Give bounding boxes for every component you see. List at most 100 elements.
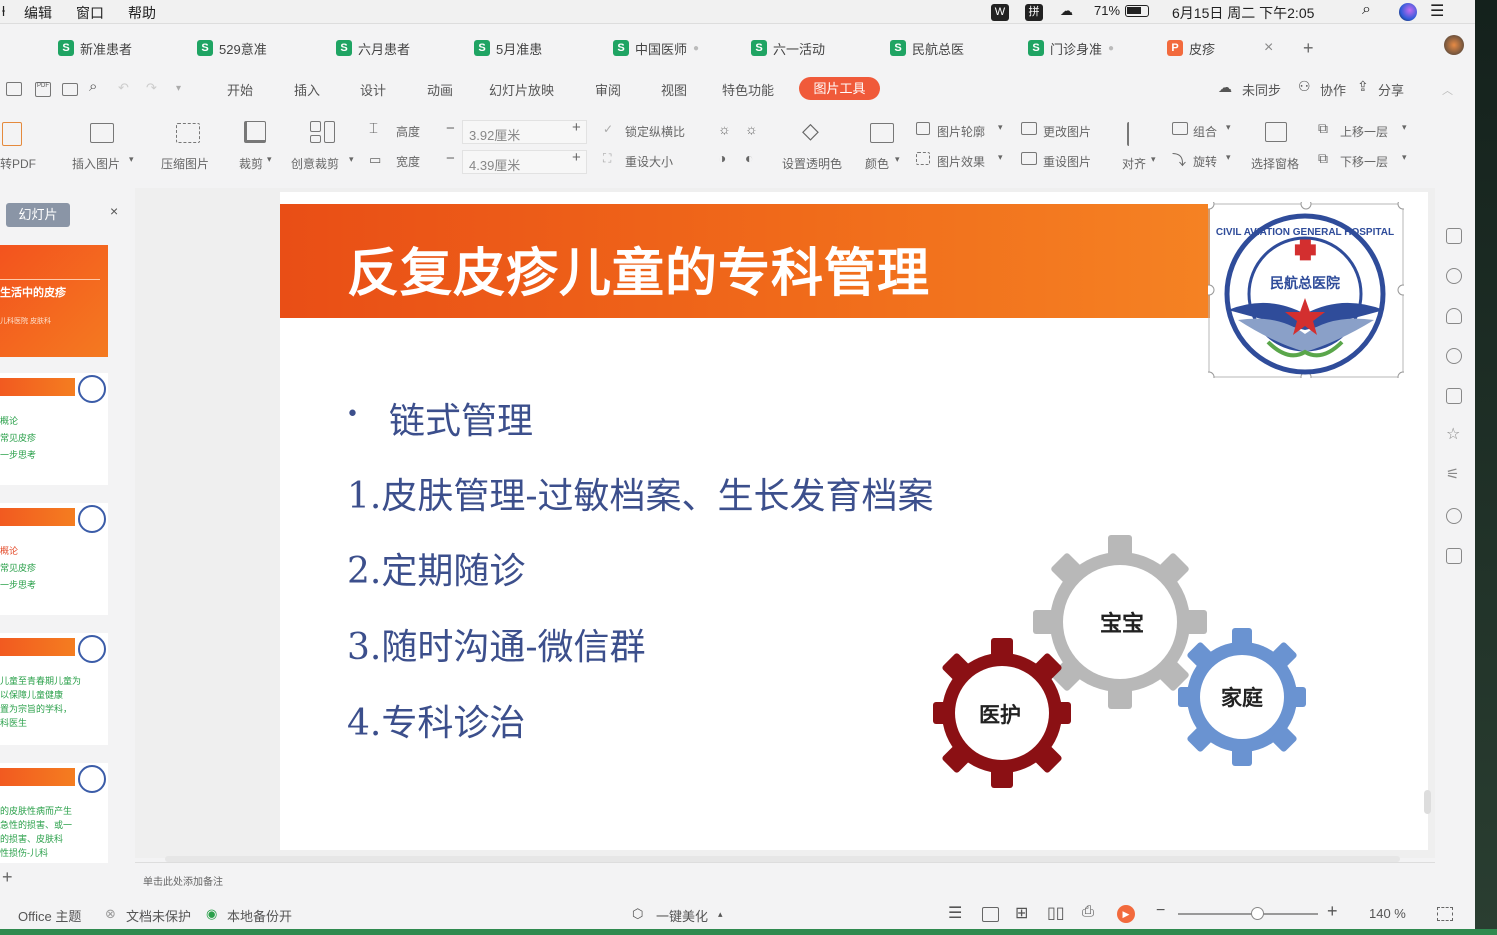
slides-panel-header[interactable]: 幻灯片 xyxy=(6,203,70,227)
checkbox-icon[interactable]: ✓ xyxy=(603,122,613,136)
to-pdf-icon[interactable] xyxy=(2,122,22,146)
doc-tab[interactable]: S 529意准 xyxy=(197,36,267,60)
width-decrement-button[interactable]: − xyxy=(446,150,455,167)
selection-pane-icon[interactable] xyxy=(1265,122,1287,142)
reset-size-icon[interactable]: ⛶ xyxy=(603,151,611,166)
add-slide-button[interactable]: + xyxy=(2,867,13,888)
share-button[interactable]: 分享 xyxy=(1378,80,1404,99)
dropdown-icon[interactable]: ▾ xyxy=(998,152,1003,163)
crop-button[interactable]: 裁剪 xyxy=(239,155,263,172)
collapse-ribbon-icon[interactable]: ︿ xyxy=(1442,82,1453,98)
tab-design[interactable]: 设计 xyxy=(360,80,386,99)
tab-picture-tools[interactable]: 图片工具 xyxy=(799,77,880,100)
resize-handle[interactable] xyxy=(1208,202,1215,210)
dropdown-icon[interactable]: ▾ xyxy=(895,154,900,165)
insert-picture-button[interactable]: 插入图片 xyxy=(72,155,120,172)
dropdown-icon[interactable]: ▾ xyxy=(1402,152,1407,163)
presenter-tools-icon[interactable]: ⎙ xyxy=(1082,903,1094,920)
rotate-icon[interactable]: ⤵ xyxy=(1172,150,1186,170)
input-method-icon[interactable]: 拼 xyxy=(1025,4,1043,21)
tab-review[interactable]: 审阅 xyxy=(595,80,621,99)
color-button[interactable]: 颜色 xyxy=(865,155,889,172)
width-increment-button[interactable]: + xyxy=(572,149,581,166)
battery-icon[interactable] xyxy=(1125,5,1149,17)
collaborate-icon[interactable]: ⚇ xyxy=(1298,78,1311,95)
dropdown-icon[interactable]: ▾ xyxy=(1151,154,1156,165)
doc-tab[interactable]: S 新准患者 xyxy=(58,36,132,60)
list-item[interactable]: 2.定期随诊 xyxy=(347,542,525,594)
menu-help[interactable]: 帮助 xyxy=(128,3,156,23)
reset-picture-button[interactable]: 重设图片 xyxy=(1043,153,1091,170)
save-icon[interactable] xyxy=(6,82,22,96)
new-tab-button[interactable]: + xyxy=(1303,36,1314,60)
selection-pane-button[interactable]: 选择窗格 xyxy=(1251,155,1299,172)
to-pdf-button[interactable]: 转PDF xyxy=(0,155,36,172)
creative-crop-icon[interactable] xyxy=(324,121,335,143)
change-picture-icon[interactable] xyxy=(1021,122,1037,135)
doc-tab[interactable]: S 六一活动 xyxy=(751,36,825,60)
crop-icon[interactable] xyxy=(244,121,266,143)
gears-diagram[interactable]: 宝宝 医护 家庭 xyxy=(930,530,1310,795)
tab-insert[interactable]: 插入 xyxy=(294,80,320,99)
sync-status[interactable]: 未同步 xyxy=(1242,80,1281,99)
settings-slider-icon[interactable]: ⚟ xyxy=(1446,467,1462,484)
effects-icon[interactable] xyxy=(1446,348,1462,364)
width-input[interactable]: 4.39厘米 xyxy=(462,150,587,174)
notes-area[interactable]: 单击此处添加备注 xyxy=(135,862,1435,890)
doc-tab[interactable]: S 六月患者 xyxy=(336,36,410,60)
doc-tab[interactable]: S 中国医师 ● xyxy=(613,36,699,60)
vertical-scrollbar[interactable] xyxy=(1424,790,1431,814)
shape-icon[interactable] xyxy=(1446,268,1462,284)
play-slideshow-icon[interactable]: ▶ xyxy=(1117,905,1135,923)
effect-icon[interactable] xyxy=(916,152,930,165)
align-button[interactable]: 对齐 xyxy=(1122,155,1146,172)
dropdown-icon[interactable]: ▾ xyxy=(267,154,272,165)
list-item[interactable]: 4.专科诊治 xyxy=(347,694,525,746)
contrast-up-icon[interactable]: ◑ xyxy=(718,150,726,166)
dropdown-icon[interactable]: ▾ xyxy=(998,122,1003,133)
list-item[interactable]: 1.皮肤管理-过敏档案、生长发育档案 xyxy=(347,467,934,519)
height-decrement-button[interactable]: − xyxy=(446,120,455,137)
one-click-beautify-button[interactable]: 一键美化 xyxy=(656,906,708,925)
dropdown-icon[interactable]: ▾ xyxy=(1226,152,1231,163)
tab-slideshow[interactable]: 幻灯片放映 xyxy=(489,80,554,99)
slide-thumbnail-1[interactable]: 生活中的皮疹 儿科医院 皮肤科 xyxy=(0,245,108,357)
zoom-level[interactable]: 140 % xyxy=(1369,906,1406,921)
hospital-logo-picture[interactable]: CIVIL AVIATION GENERAL HOSPITAL 民航总医院 xyxy=(1208,202,1404,378)
control-center-icon[interactable]: ☰ xyxy=(1430,1,1444,21)
resize-handle[interactable] xyxy=(1397,202,1404,210)
spotlight-search-icon[interactable]: ⌕ xyxy=(1362,1,1371,19)
resize-handle[interactable] xyxy=(1300,202,1312,210)
copy-format-icon[interactable] xyxy=(1446,388,1462,404)
clock[interactable]: 6月15日 周二 下午2:05 xyxy=(1172,3,1314,23)
brightness-up-icon[interactable]: ☼ xyxy=(718,121,731,137)
fill-icon[interactable] xyxy=(1446,308,1462,324)
resize-handle[interactable] xyxy=(1208,284,1215,296)
resize-handle[interactable] xyxy=(1397,371,1404,378)
star-animation-icon[interactable]: ☆ xyxy=(1446,427,1462,444)
undo-icon[interactable]: ↶ xyxy=(118,80,129,96)
notes-toggle-icon[interactable]: ☰ xyxy=(948,903,962,923)
quick-access-dropdown-icon[interactable]: ▾ xyxy=(176,83,181,94)
dropdown-icon[interactable]: ▾ xyxy=(129,154,134,165)
change-picture-button[interactable]: 更改图片 xyxy=(1043,123,1091,140)
creative-crop-icon[interactable] xyxy=(310,135,321,143)
dropdown-icon[interactable]: ▾ xyxy=(1402,122,1407,133)
tab-special-features[interactable]: 特色功能 xyxy=(722,80,774,99)
picture-effect-button[interactable]: 图片效果 xyxy=(937,153,985,170)
normal-view-icon[interactable] xyxy=(982,907,999,922)
insert-picture-icon[interactable] xyxy=(90,123,114,143)
active-doc-tab[interactable]: P 皮疹 xyxy=(1167,36,1215,60)
zoom-slider[interactable] xyxy=(1178,913,1318,915)
siri-icon[interactable] xyxy=(1399,3,1417,21)
menu-edit[interactable]: 编辑 xyxy=(24,3,52,23)
resize-handle[interactable] xyxy=(1208,371,1215,378)
beautify-icon[interactable]: ⬡ xyxy=(632,906,643,922)
list-item[interactable]: 3.随时沟通-微信群 xyxy=(347,618,646,670)
reset-size-button[interactable]: 重设大小 xyxy=(625,153,673,170)
tab-animation[interactable]: 动画 xyxy=(427,80,453,99)
document-protection-status[interactable]: 文档未保护 xyxy=(126,906,191,925)
local-backup-status[interactable]: 本地备份开 xyxy=(227,906,292,925)
creative-crop-button[interactable]: 创意裁剪 xyxy=(291,155,339,172)
creative-crop-icon[interactable] xyxy=(310,121,321,132)
